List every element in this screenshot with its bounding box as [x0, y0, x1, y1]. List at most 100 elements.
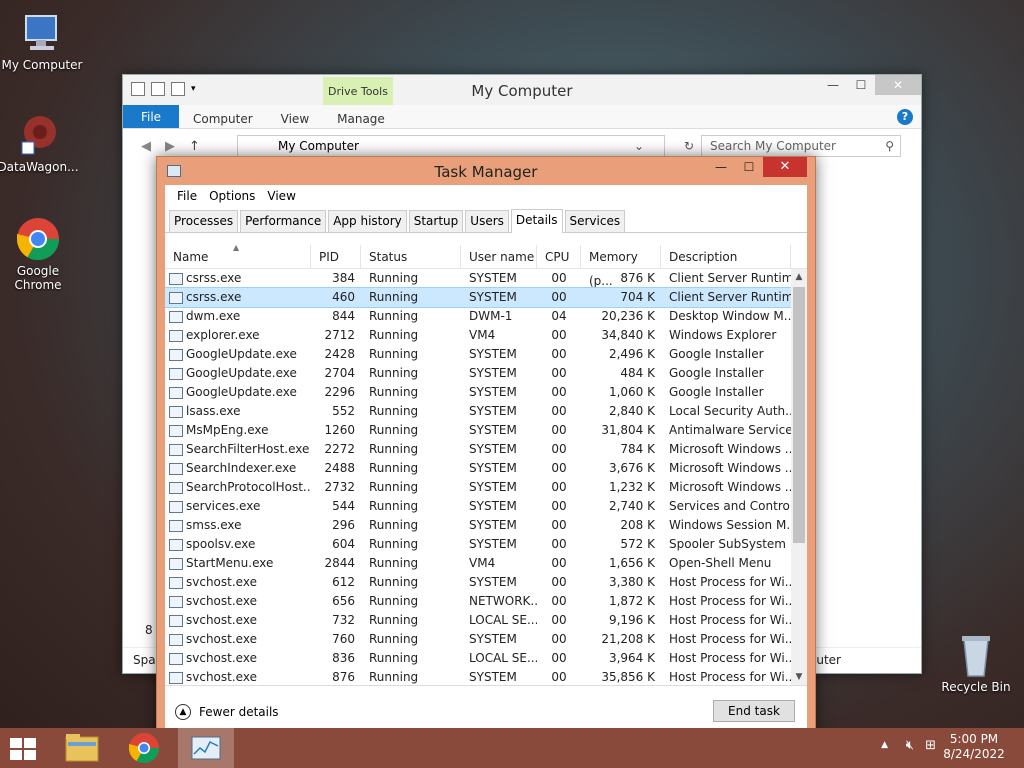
- table-row[interactable]: svchost.exe 836 Running LOCAL SE... 00 3,964 …: [165, 649, 807, 668]
- tab-services[interactable]: Services: [564, 210, 626, 232]
- process-description: Client Server Runtim...: [669, 271, 791, 285]
- desktop-icon-datawagon[interactable]: DataWagon...: [0, 112, 80, 174]
- process-name: GoogleUpdate.exe: [165, 383, 311, 402]
- table-row[interactable]: SearchIndexer.exe 2488 Running SYSTEM 00 3,67…: [165, 459, 807, 478]
- ribbon-tab-view[interactable]: View: [267, 105, 323, 128]
- show-hidden-icons-icon[interactable]: ▲: [881, 740, 888, 750]
- grid-body: csrss.exe 384 Running SYSTEM 00 876 K Client S…: [165, 269, 807, 685]
- column-header-pid[interactable]: PID: [311, 245, 361, 268]
- close-icon[interactable]: ✕: [763, 157, 807, 177]
- column-header-description[interactable]: Description: [661, 245, 791, 268]
- table-row[interactable]: csrss.exe 384 Running SYSTEM 00 876 K Client S…: [165, 269, 807, 288]
- taskbar-file-explorer[interactable]: [54, 728, 110, 768]
- recycle-bin-icon: [952, 632, 1000, 678]
- menu-file[interactable]: File: [171, 189, 203, 203]
- table-row[interactable]: GoogleUpdate.exe 2428 Running SYSTEM 00 2,496…: [165, 345, 807, 364]
- maximize-icon[interactable]: ☐: [847, 75, 875, 95]
- network-icon[interactable]: ⊞: [925, 738, 936, 753]
- process-name: spoolsv.exe: [165, 535, 311, 554]
- minimize-icon[interactable]: —: [819, 75, 847, 95]
- table-row[interactable]: StartMenu.exe 2844 Running VM4 00 1,656 K Open…: [165, 554, 807, 573]
- help-icon[interactable]: ?: [897, 109, 913, 125]
- refresh-icon[interactable]: ↻: [684, 136, 694, 156]
- process-memory: 3,964 K: [608, 651, 655, 665]
- process-description: Microsoft Windows ...: [669, 461, 791, 475]
- vertical-scrollbar[interactable]: ▲ ▼: [791, 269, 807, 685]
- process-description: Desktop Window M...: [669, 309, 791, 323]
- process-user: SYSTEM: [469, 632, 517, 646]
- desktop-icon-my-computer[interactable]: My Computer: [0, 10, 84, 72]
- table-row[interactable]: csrss.exe 460 Running SYSTEM 00 704 K Client S…: [165, 287, 807, 308]
- table-row[interactable]: svchost.exe 732 Running LOCAL SE... 00 9,196 …: [165, 611, 807, 630]
- table-row[interactable]: MsMpEng.exe 1260 Running SYSTEM 00 31,804 K An…: [165, 421, 807, 440]
- ribbon-tab-manage[interactable]: Manage: [323, 105, 399, 128]
- process-user: SYSTEM: [469, 347, 517, 361]
- process-pid: 2712: [324, 328, 355, 342]
- table-row[interactable]: SearchProtocolHost... 2732 Running SYSTEM 00…: [165, 478, 807, 497]
- volume-muted-icon[interactable]: 🔇︎: [906, 738, 914, 753]
- desktop-icon-recycle-bin[interactable]: Recycle Bin: [934, 632, 1018, 694]
- column-header-cpu[interactable]: CPU: [537, 245, 581, 268]
- tab-processes[interactable]: Processes: [169, 210, 239, 232]
- scroll-down-icon[interactable]: ▼: [791, 669, 807, 685]
- table-row[interactable]: dwm.exe 844 Running DWM-1 04 20,236 K Desktop …: [165, 307, 807, 326]
- table-row[interactable]: svchost.exe 876 Running SYSTEM 00 35,856 K Hos…: [165, 668, 807, 685]
- clock[interactable]: 5:00 PM 8/24/2022: [936, 732, 1012, 762]
- ribbon-tab-computer[interactable]: Computer: [179, 105, 267, 128]
- tab-details[interactable]: Details: [510, 209, 563, 233]
- process-name-text: spoolsv.exe: [186, 537, 256, 551]
- process-cpu: 00: [551, 575, 567, 589]
- fewer-details-button[interactable]: ▲ Fewer details: [175, 704, 279, 720]
- tab-app-history[interactable]: App history: [328, 210, 407, 232]
- process-memory: 2,496 K: [608, 347, 655, 361]
- explorer-titlebar[interactable]: ▾ Drive Tools My Computer — ☐ ✕: [123, 75, 921, 105]
- process-name: lsass.exe: [165, 402, 311, 421]
- process-description: Host Process for Wi...: [669, 651, 791, 665]
- task-manager-titlebar[interactable]: Task Manager — ☐ ✕: [157, 157, 815, 185]
- table-row[interactable]: svchost.exe 656 Running NETWORK... 00 1,872 K…: [165, 592, 807, 611]
- table-row[interactable]: lsass.exe 552 Running SYSTEM 00 2,840 K Local …: [165, 402, 807, 421]
- process-user: SYSTEM: [469, 461, 517, 475]
- menu-view[interactable]: View: [261, 189, 301, 203]
- tab-users[interactable]: Users: [465, 210, 509, 232]
- tab-startup[interactable]: Startup: [408, 210, 464, 232]
- process-cpu: 00: [551, 328, 567, 342]
- table-row[interactable]: explorer.exe 2712 Running VM4 00 34,840 K Wind…: [165, 326, 807, 345]
- scroll-up-icon[interactable]: ▲: [791, 269, 807, 285]
- taskbar-task-manager[interactable]: [178, 728, 234, 768]
- end-task-button[interactable]: End task: [713, 700, 795, 722]
- task-manager-body: File Options View Processes Performance …: [165, 185, 807, 741]
- forward-icon[interactable]: ▶: [165, 139, 175, 154]
- process-user: SYSTEM: [469, 480, 517, 494]
- column-header-memory[interactable]: Memory (p...: [581, 245, 661, 288]
- scroll-thumb[interactable]: [793, 287, 805, 543]
- maximize-icon[interactable]: ☐: [735, 157, 763, 177]
- table-row[interactable]: GoogleUpdate.exe 2704 Running SYSTEM 00 484 K…: [165, 364, 807, 383]
- ribbon-tab-file[interactable]: File: [123, 105, 179, 128]
- minimize-icon[interactable]: —: [707, 157, 735, 177]
- process-description: Host Process for Wi...: [669, 594, 791, 608]
- menu-options[interactable]: Options: [203, 189, 261, 203]
- table-row[interactable]: SearchFilterHost.exe 2272 Running SYSTEM 00 7…: [165, 440, 807, 459]
- address-bar[interactable]: My Computer ⌄ ↻: [237, 135, 694, 157]
- process-name: svchost.exe: [165, 630, 311, 649]
- back-icon[interactable]: ◀: [141, 139, 151, 154]
- table-row[interactable]: spoolsv.exe 604 Running SYSTEM 00 572 K Spoole…: [165, 535, 807, 554]
- tab-performance[interactable]: Performance: [240, 210, 327, 232]
- table-row[interactable]: services.exe 544 Running SYSTEM 00 2,740 K Ser…: [165, 497, 807, 516]
- desktop-icon-google-chrome[interactable]: Google Chrome: [0, 216, 80, 292]
- taskbar-chrome[interactable]: [116, 728, 172, 768]
- table-row[interactable]: svchost.exe 612 Running SYSTEM 00 3,380 K Host…: [165, 573, 807, 592]
- close-icon[interactable]: ✕: [875, 75, 921, 95]
- process-description: Host Process for Wi...: [669, 632, 791, 646]
- column-header-status[interactable]: Status: [361, 245, 461, 268]
- table-row[interactable]: smss.exe 296 Running SYSTEM 00 208 K Windows S…: [165, 516, 807, 535]
- search-input[interactable]: Search My Computer ⚲: [701, 135, 901, 157]
- column-header-user-name[interactable]: User name: [461, 245, 537, 268]
- desktop-icon-label: My Computer: [1, 58, 83, 72]
- up-icon[interactable]: ↑: [189, 139, 200, 154]
- table-row[interactable]: svchost.exe 760 Running SYSTEM 00 21,208 K Hos…: [165, 630, 807, 649]
- start-button[interactable]: [10, 738, 38, 760]
- table-row[interactable]: GoogleUpdate.exe 2296 Running SYSTEM 00 1,060…: [165, 383, 807, 402]
- chevron-down-icon[interactable]: ⌄: [634, 136, 644, 156]
